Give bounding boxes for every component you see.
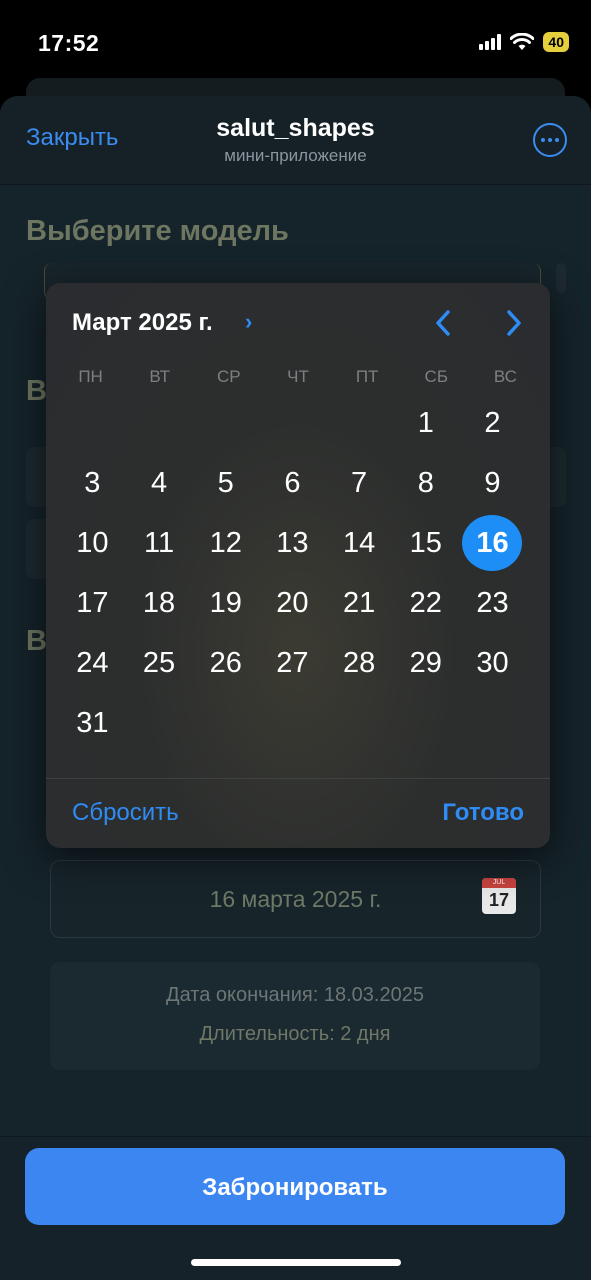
weekday-label: СР	[217, 367, 241, 386]
section-title-model: Выберите модель	[26, 215, 289, 247]
model-scroll-edge	[556, 263, 566, 293]
empty-day-cell	[59, 393, 126, 453]
day-grid: 1 2 3 4 5 6 7 8 9 10 11 12 13 14 15 16 17 18 19 20 21 22 23 24 2…	[59, 393, 526, 753]
app-subtitle: мини-приложение	[224, 146, 367, 165]
weekday-label: ПТ	[355, 367, 379, 386]
battery-icon: 40	[543, 32, 569, 52]
done-button[interactable]: Готово	[442, 799, 524, 827]
weekday-label: ПН	[78, 367, 103, 386]
wifi-icon	[510, 33, 535, 50]
day-cell[interactable]: 13	[259, 513, 326, 573]
day-cell[interactable]: 11	[126, 513, 193, 573]
end-date-text: Дата окончания: 18.03.2025	[166, 984, 424, 1006]
weekday-label: ЧТ	[287, 367, 309, 386]
day-cell[interactable]: 23	[459, 573, 526, 633]
day-cell[interactable]: 24	[59, 633, 126, 693]
duration-text: Длительность: 2 дня	[199, 1023, 391, 1045]
day-cell[interactable]: 10	[59, 513, 126, 573]
status-bar: 17:52 40	[0, 0, 591, 80]
day-cell[interactable]: 9	[459, 453, 526, 513]
day-cell[interactable]: 31	[59, 693, 126, 753]
cellular-signal-icon	[479, 34, 502, 50]
weekday-header: ПН ВТ СР ЧТ ПТ СБ ВС	[56, 367, 540, 387]
month-label[interactable]: Март 2025 г.	[72, 309, 213, 337]
calendar-icon[interactable]: JUL 17	[482, 878, 516, 914]
status-icons: 40	[479, 32, 569, 52]
day-cell[interactable]: 12	[192, 513, 259, 573]
day-cell[interactable]: 19	[192, 573, 259, 633]
empty-day-cell	[192, 393, 259, 453]
empty-day-cell	[326, 393, 393, 453]
status-time: 17:52	[38, 30, 100, 56]
weekday-label: СБ	[424, 367, 448, 386]
day-cell[interactable]: 25	[126, 633, 193, 693]
day-cell[interactable]: 2	[459, 393, 526, 453]
day-cell[interactable]: 1	[392, 393, 459, 453]
book-button[interactable]: Забронировать	[25, 1148, 565, 1225]
prev-month-button[interactable]	[425, 303, 461, 343]
weekday-label: ВТ	[149, 367, 170, 386]
date-field[interactable]: 16 марта 2025 г. JUL 17	[50, 860, 541, 938]
chevron-right-icon[interactable]: ›	[245, 309, 252, 335]
section-title-partial-1: В	[26, 375, 47, 407]
day-cell[interactable]: 6	[259, 453, 326, 513]
day-cell[interactable]: 17	[59, 573, 126, 633]
chevron-right-icon	[507, 310, 521, 336]
day-cell[interactable]: 7	[326, 453, 393, 513]
divider	[46, 778, 550, 779]
empty-day-cell	[259, 393, 326, 453]
next-month-button[interactable]	[496, 303, 532, 343]
booking-info: Дата окончания: 18.03.2025 Длительность:…	[50, 962, 540, 1070]
date-picker-popover: Март 2025 г. › ПН ВТ СР ЧТ ПТ СБ ВС 1234567891…	[46, 283, 550, 848]
empty-day-cell	[126, 393, 193, 453]
day-cell[interactable]: 15	[392, 513, 459, 573]
day-cell[interactable]: 26	[192, 633, 259, 693]
weekday-label: ВС	[493, 367, 517, 386]
section-title-partial-2: В	[26, 625, 47, 657]
more-options-icon[interactable]	[533, 123, 567, 157]
chevron-left-icon	[436, 310, 450, 336]
day-cell[interactable]: 21	[326, 573, 393, 633]
day-cell[interactable]: 14	[326, 513, 393, 573]
day-cell[interactable]: 27	[259, 633, 326, 693]
day-cell[interactable]: 8	[392, 453, 459, 513]
day-cell[interactable]: 22	[392, 573, 459, 633]
day-cell[interactable]: 18	[126, 573, 193, 633]
day-cell[interactable]: 5	[192, 453, 259, 513]
reset-button[interactable]: Сбросить	[72, 799, 179, 827]
day-cell[interactable]: 20	[259, 573, 326, 633]
day-cell[interactable]: 29	[392, 633, 459, 693]
day-cell[interactable]: 4	[126, 453, 193, 513]
date-field-value: 16 марта 2025 г.	[209, 886, 382, 912]
day-cell-selected[interactable]: 16	[459, 513, 526, 573]
day-cell[interactable]: 30	[459, 633, 526, 693]
sheet-header: Закрыть salut_shapes мини-приложение	[0, 96, 591, 185]
day-cell[interactable]: 28	[326, 633, 393, 693]
home-indicator	[191, 1259, 401, 1266]
day-cell[interactable]: 3	[59, 453, 126, 513]
app-title: salut_shapes	[216, 114, 375, 142]
